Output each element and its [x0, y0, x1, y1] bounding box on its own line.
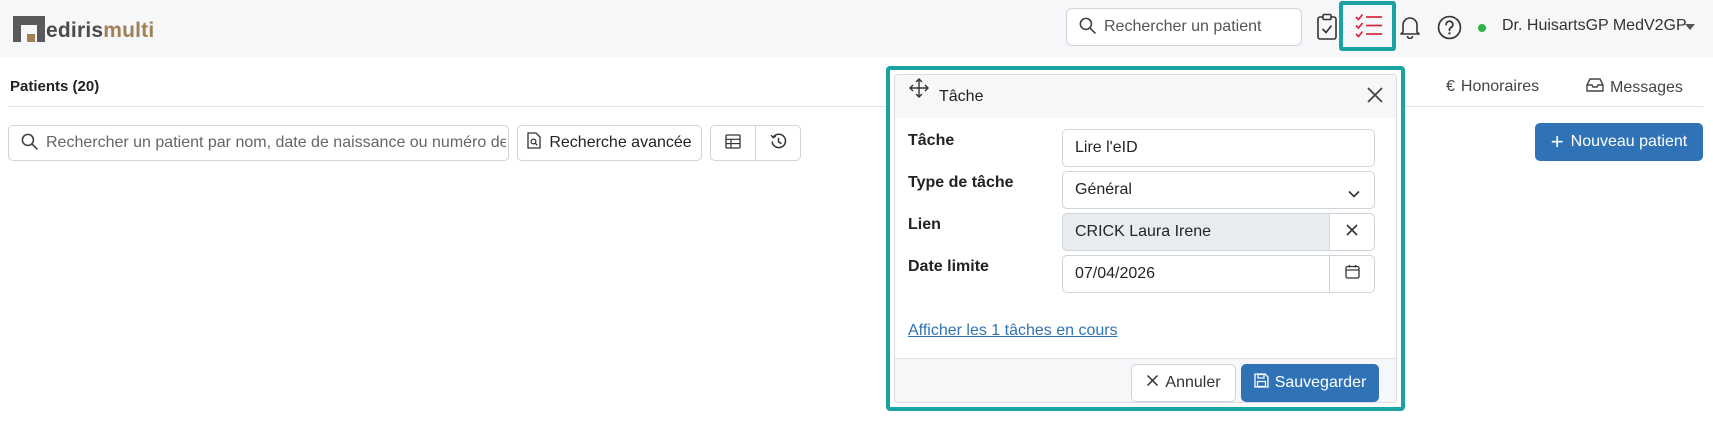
task-field[interactable]: Lire l'eID [1062, 129, 1375, 167]
advanced-search-button[interactable]: Recherche avancée [517, 125, 702, 161]
bell-icon[interactable] [1399, 15, 1421, 39]
close-icon[interactable] [1365, 85, 1385, 109]
top-bar: edirismulti Dr. HuisartsGP MedV2GP [0, 0, 1713, 57]
topbar-search-input[interactable] [1104, 18, 1294, 36]
logo-text: edirismulti [46, 19, 155, 42]
link-field: CRICK Laura Irene [1062, 213, 1375, 251]
file-search-icon [527, 132, 541, 154]
view-toggle-group [710, 125, 801, 161]
save-label: Sauvegarder [1274, 374, 1367, 391]
link-field-value: CRICK Laura Irene [1075, 223, 1212, 240]
clipboard-check-icon[interactable] [1316, 13, 1338, 41]
help-icon[interactable] [1437, 15, 1462, 40]
plus-icon: + [1550, 129, 1564, 154]
close-icon [1146, 374, 1159, 392]
logo-mark [13, 16, 45, 42]
due-date-label: Date limite [908, 258, 989, 275]
save-icon [1254, 373, 1269, 393]
tab-messages[interactable]: Messages [1586, 78, 1683, 97]
due-date-value: 07/04/2026 [1075, 265, 1156, 282]
tab-label: Messages [1610, 78, 1683, 96]
save-button[interactable]: Sauvegarder [1241, 364, 1379, 402]
calendar-icon [1344, 264, 1360, 284]
inbox-icon [1586, 78, 1604, 97]
clear-link-button[interactable] [1329, 214, 1374, 250]
task-type-label: Type de tâche [908, 174, 1014, 191]
new-patient-label: Nouveau patient [1570, 133, 1688, 150]
modal-header[interactable]: Tâche [895, 75, 1396, 118]
history-icon [770, 132, 787, 154]
patient-search-input[interactable] [46, 134, 506, 152]
advanced-search-label: Recherche avancée [549, 134, 692, 151]
divider [8, 106, 1703, 107]
table-view-button[interactable] [711, 126, 755, 160]
search-icon [1079, 17, 1096, 38]
caret-down-icon[interactable] [1685, 24, 1695, 30]
task-modal: Tâche Tâche Lire l'eID Type de tâche Gén… [886, 66, 1405, 411]
due-date-field[interactable]: 07/04/2026 [1062, 255, 1375, 293]
date-picker-button[interactable] [1329, 256, 1374, 292]
app-logo[interactable]: edirismulti [13, 14, 154, 42]
history-button[interactable] [755, 126, 800, 160]
new-patient-button[interactable]: + Nouveau patient [1535, 123, 1703, 161]
tab-label: Honoraires [1460, 78, 1540, 95]
topbar-search[interactable] [1066, 8, 1302, 46]
table-icon [725, 133, 741, 153]
task-label: Tâche [908, 132, 955, 149]
task-field-value: Lire l'eID [1075, 139, 1138, 156]
cancel-button[interactable]: Annuler [1131, 364, 1236, 402]
task-type-value: Général [1075, 181, 1132, 198]
user-status-dot-icon [1478, 24, 1486, 32]
chevron-down-icon [1348, 185, 1360, 203]
euro-icon: € [1446, 78, 1455, 95]
page-title: Patients (20) [10, 78, 100, 95]
task-type-select[interactable]: Général [1062, 171, 1375, 209]
user-name[interactable]: Dr. HuisartsGP MedV2GP [1502, 17, 1687, 35]
tab-honoraires[interactable]: € Honoraires [1446, 78, 1539, 96]
close-icon [1345, 223, 1359, 242]
show-open-tasks-link[interactable]: Afficher les 1 tâches en cours [908, 322, 1118, 340]
move-icon[interactable] [908, 77, 930, 103]
link-label: Lien [908, 216, 941, 233]
task-list-icon[interactable] [1355, 13, 1383, 39]
cancel-label: Annuler [1165, 374, 1221, 391]
modal-footer: Annuler Sauvegarder [895, 358, 1396, 402]
patient-search[interactable] [8, 125, 509, 161]
modal-title: Tâche [939, 88, 984, 105]
search-icon [21, 133, 38, 154]
